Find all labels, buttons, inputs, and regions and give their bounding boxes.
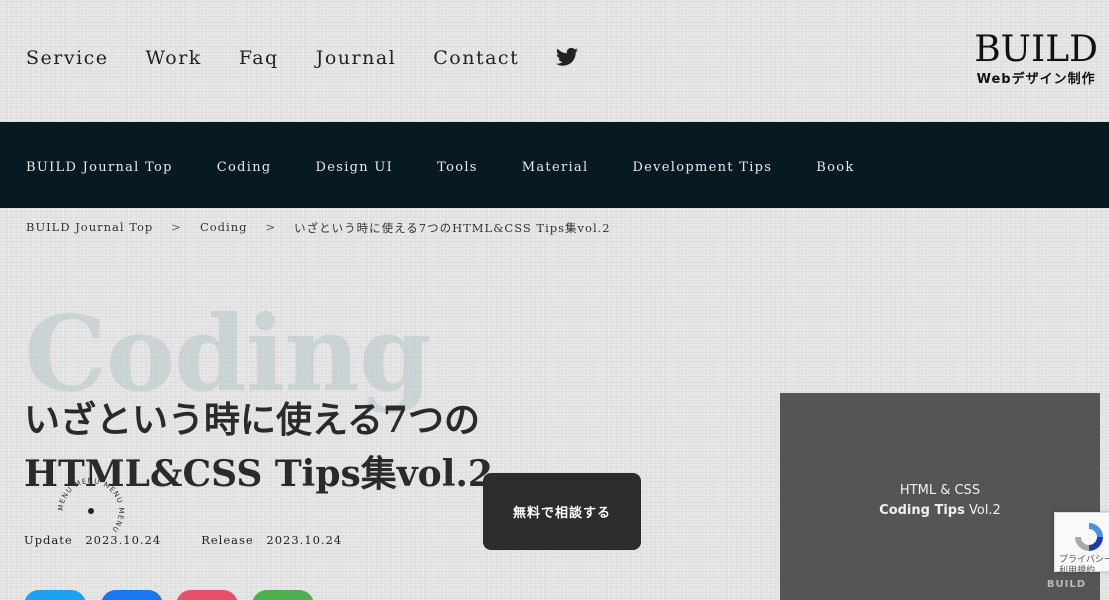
breadcrumb-item-journal-top[interactable]: BUILD Journal Top: [26, 220, 153, 236]
svg-text:MENU MENU MENU MENU: MENU MENU MENU MENU: [57, 477, 125, 534]
nav-work[interactable]: Work: [146, 47, 202, 69]
breadcrumb-item-current: いざという時に使える7つのHTML&CSS Tips集vol.2: [294, 221, 611, 235]
release-label: Release: [201, 533, 254, 547]
logo-subtitle: Webデザイン制作: [976, 72, 1096, 87]
breadcrumb-separator: >: [265, 220, 277, 234]
nav-contact[interactable]: Contact: [433, 47, 519, 69]
recaptcha-icon: [1075, 523, 1103, 551]
category-coding[interactable]: Coding: [217, 160, 272, 175]
article-title-line1: いざという時に使える7つの: [24, 399, 480, 441]
breadcrumb-separator: >: [171, 220, 182, 234]
nav-faq[interactable]: Faq: [239, 47, 279, 69]
recaptcha-badge[interactable]: プライバシー 利用規約: [1054, 512, 1109, 576]
logo-word: BUILD: [974, 29, 1098, 70]
menu-dot-icon: [88, 508, 94, 514]
category-bar: BUILD Journal Top Coding Design UI Tools…: [0, 122, 1109, 208]
menu-circle-text: MENU MENU MENU MENU: [57, 477, 124, 534]
thumbnail-line2-rest: Vol.2: [964, 503, 1001, 518]
recaptcha-text: プライバシー 利用規約: [1059, 555, 1109, 577]
share-button-twitter[interactable]: [24, 590, 86, 600]
share-button-facebook[interactable]: [101, 590, 163, 600]
thumbnail-line2: Coding Tips Vol.2: [780, 503, 1100, 518]
category-design-ui[interactable]: Design UI: [316, 160, 394, 175]
twitter-icon[interactable]: [556, 47, 579, 69]
category-material[interactable]: Material: [522, 160, 589, 175]
thumbnail-line1: HTML & CSS: [899, 483, 981, 498]
release-date: 2023.10.24: [266, 533, 343, 547]
breadcrumb-item-coding[interactable]: Coding: [200, 220, 248, 236]
category-book[interactable]: Book: [816, 160, 854, 175]
site-logo[interactable]: BUILD Webデザイン制作: [974, 29, 1098, 88]
thumbnail-brand: BUILD: [1046, 579, 1086, 590]
share-button-pocket[interactable]: [176, 590, 238, 600]
recaptcha-terms[interactable]: 利用規約: [1059, 566, 1095, 576]
top-nav: Service Work Faq Journal Contact: [26, 47, 579, 69]
thumbnail-line2-bold: Coding Tips: [879, 503, 965, 518]
breadcrumb: BUILD Journal Top > Coding > いざという時に使える7…: [26, 220, 629, 236]
recaptcha-privacy[interactable]: プライバシー: [1059, 555, 1109, 565]
release-date-row: Release 2023.10.24: [201, 533, 342, 547]
share-button-line[interactable]: [252, 590, 314, 600]
category-journal-top[interactable]: BUILD Journal Top: [26, 160, 173, 175]
category-background-word: Coding: [24, 292, 432, 415]
consult-button[interactable]: 無料で相談する: [483, 473, 641, 550]
nav-service[interactable]: Service: [26, 47, 109, 69]
menu-button[interactable]: MENU MENU MENU MENU: [52, 472, 130, 550]
category-tools[interactable]: Tools: [437, 160, 478, 175]
article-thumbnail: HTML & CSS Coding Tips Vol.2 BUILD: [780, 393, 1100, 600]
category-development-tips[interactable]: Development Tips: [632, 160, 772, 175]
nav-journal[interactable]: Journal: [316, 47, 397, 69]
